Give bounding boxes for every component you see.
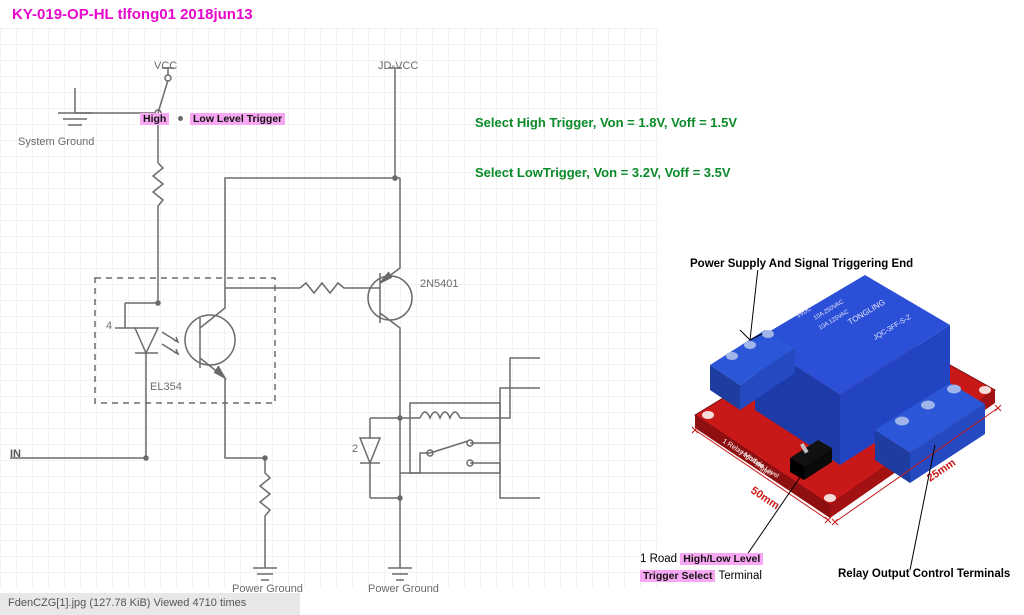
switch-contact-dot	[178, 116, 183, 121]
low-level-trigger-label: Low Level Trigger	[190, 113, 285, 125]
circuit-diagram: VCC JD-VCC System Ground IN High Low Lev…	[0, 28, 660, 588]
select-high-text: Select High Trigger, Von = 1.8V, Voff = …	[475, 115, 737, 130]
power-signal-callout: Power Supply And Signal Triggering End	[690, 258, 913, 270]
diagram-title: KY-019-OP-HL tlfong01 2018jun13	[12, 6, 253, 23]
vcc-label: VCC	[154, 60, 177, 72]
system-ground-label: System Ground	[18, 136, 94, 148]
trigger-select-callout-line2: Trigger Select Terminal	[640, 570, 762, 582]
power-ground-2: Power Ground	[368, 583, 439, 595]
trigger-select-callout-line1: 1 Road High/Low Level	[640, 553, 763, 565]
diode-pin2: 2	[352, 443, 358, 455]
output-terminal-callout: Relay Output Control Terminals	[838, 568, 1010, 580]
high-pin-label: High	[140, 113, 169, 125]
optocoupler-ref: EL354	[150, 381, 182, 393]
in-label: IN	[10, 448, 21, 460]
transistor-ref: 2N5401	[420, 278, 459, 290]
select-low-text: Select LowTrigger, Von = 3.2V, Voff = 3.…	[475, 165, 731, 180]
opto-pin4: 4	[106, 320, 112, 332]
jdvcc-label: JD-VCC	[378, 60, 418, 72]
svg-text:50mm: 50mm	[748, 485, 781, 513]
relay-module-image: TONGLING JQC-3FF-S-Z 10A 250VAC 10A 125V…	[650, 270, 1020, 590]
file-status-bar: FdenCZG[1].jpg (127.78 KiB) Viewed 4710 …	[0, 593, 300, 615]
